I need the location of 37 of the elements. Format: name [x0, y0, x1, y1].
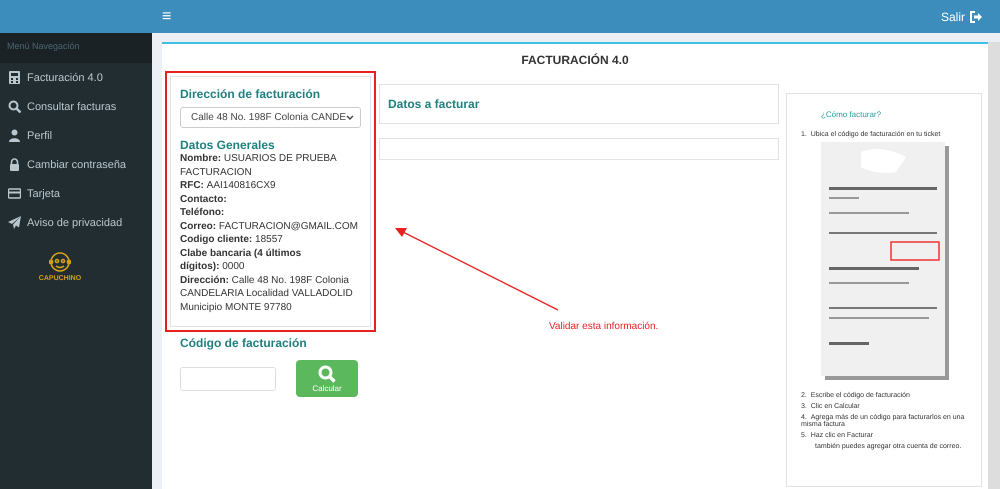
address-dropdown[interactable]: Calle 48 No. 198F Colonia CANDE: [180, 107, 361, 128]
sidebar-item[interactable]: Aviso de privacidad: [0, 208, 152, 237]
info-line: Clabe bancaria (4 últimos dígitos): 0000: [180, 246, 302, 274]
menu-button[interactable]: ≡: [160, 6, 174, 28]
send-icon: [8, 216, 21, 229]
section-heading: Datos Generales: [180, 138, 276, 152]
info-line: Contacto:: [180, 192, 228, 206]
info-line: Teléfono:: [180, 206, 226, 220]
section-heading: Datos a facturar: [388, 97, 480, 111]
logout-button[interactable]: Salir: [938, 8, 984, 26]
info-line: Codigo cliente: 18557: [180, 233, 284, 246]
search-icon: [318, 364, 336, 382]
lock-icon: [8, 158, 21, 171]
code-input[interactable]: [180, 366, 276, 390]
card-icon: [8, 187, 21, 200]
annotation-text: Validar esta información.: [549, 321, 658, 332]
sidebar-header: Menú Navegación: [0, 33, 152, 63]
section-heading: Código de facturación: [180, 336, 308, 350]
page-title: FACTURACIÓN 4.0: [520, 53, 630, 67]
info-line: Correo: FACTURACION@GMAIL.COM: [180, 220, 359, 233]
info-line: Nombre: USUARIOS DE PRUEBA FACTURACION: [180, 152, 338, 179]
section-heading: Dirección de facturación: [180, 87, 322, 101]
chevron-down-icon: [346, 114, 354, 120]
monkey-icon: [49, 251, 71, 273]
sidebar-item[interactable]: Tarjeta: [0, 179, 152, 208]
help-title: ¿Cómo facturar?: [821, 110, 882, 119]
user-icon: [8, 129, 21, 142]
sidebar-item[interactable]: Consultar facturas: [0, 92, 152, 121]
info-line: Dirección: Calle 48 No. 198F Colonia CANDELARIA Localidad VALLADOLID Municipio MONTE 97780: [180, 274, 354, 314]
info-line: RFC: AAI140816CX9: [180, 179, 277, 192]
scrollbar[interactable]: [988, 42, 1000, 489]
search-icon: [8, 100, 21, 113]
sidebar-item[interactable]: Facturación 4.0: [0, 63, 152, 92]
sidebar-item[interactable]: Perfil: [0, 121, 152, 150]
logout-icon: [969, 10, 982, 22]
sidebar-item[interactable]: Cambiar contraseña: [0, 150, 152, 179]
calculator-icon: [8, 71, 21, 84]
